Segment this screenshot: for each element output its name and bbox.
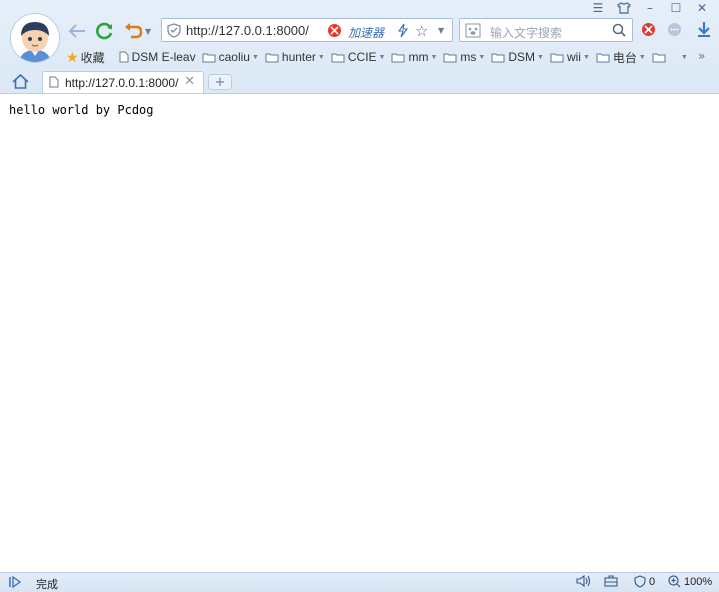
chevron-down-icon: ▼ (582, 53, 590, 61)
bookmark-folder[interactable]: 电台 ▼ (596, 49, 646, 66)
url-text[interactable]: http://127.0.0.1:8000/ (186, 23, 309, 38)
download-icon[interactable] (696, 21, 712, 41)
star-icon: ★ (66, 48, 79, 65)
close-icon[interactable]: ✕ (689, 0, 715, 16)
chevron-down-icon: ▼ (430, 53, 438, 61)
folder-icon (550, 53, 564, 62)
folder-icon (391, 53, 405, 62)
search-placeholder[interactable]: 输入文字搜索 (490, 24, 562, 41)
folder-icon (443, 53, 457, 62)
menu-icon[interactable]: ☰ (585, 0, 611, 16)
bookmark-folder[interactable]: ms ▼ (443, 50, 485, 64)
address-bar[interactable]: http://127.0.0.1:8000/ 加速器 ☆ ▼ (161, 18, 453, 42)
tab-close-icon[interactable]: ✕ (184, 74, 195, 89)
page-icon (49, 76, 59, 91)
folder-icon (265, 53, 279, 62)
back-button[interactable] (66, 20, 88, 42)
volume-icon[interactable] (576, 575, 591, 587)
lightning-icon[interactable] (397, 23, 409, 41)
security-counter[interactable]: 0 (634, 575, 655, 588)
bookmark-label: mm (408, 50, 429, 64)
bookmark-label: ms (460, 50, 477, 64)
bookmark-folder[interactable]: DSM ▼ (491, 50, 544, 64)
bookmark-label: DSM (508, 50, 536, 64)
sidebar-toggle-icon[interactable] (9, 575, 22, 591)
star-icon[interactable]: ☆ (415, 22, 428, 40)
chevron-down-icon: ▼ (378, 53, 386, 61)
chevron-down-icon: ▼ (638, 53, 646, 61)
folder-icon (652, 53, 666, 62)
chevron-down-icon: ▼ (537, 53, 544, 61)
page-icon (119, 51, 129, 63)
bookmark-label: DSM E-leav (131, 50, 196, 64)
bookmark-favorites[interactable]: ★ 收藏 (66, 49, 105, 66)
chevron-down-icon: ▼ (251, 53, 259, 61)
adblock-icon[interactable] (641, 22, 656, 40)
bookmark-folder[interactable]: CCIE ▼ (331, 50, 386, 64)
bookmark-folder[interactable]: mm ▼ (391, 50, 437, 64)
page-body-text: hello world by Pcdog (9, 103, 154, 117)
shield-icon (167, 23, 181, 41)
zoom-icon (668, 575, 681, 588)
zoom-level: 100% (684, 575, 713, 588)
status-bar: 完成 0 100% (0, 572, 719, 592)
bookmark-folder[interactable]: wii ▼ (550, 50, 590, 64)
more-icon[interactable] (667, 22, 682, 40)
shield-icon (634, 575, 646, 588)
bookmark-folder[interactable]: ▼ (652, 52, 688, 63)
search-icon[interactable] (612, 23, 626, 40)
chevron-down-icon[interactable]: ▼ (145, 27, 151, 36)
refresh-button[interactable] (94, 20, 116, 42)
browser-chrome: ☰ – ☐ ✕ ▼ http://127.0.0.1:8000/ 加速器 ☆ ▼… (0, 0, 719, 94)
bookmark-item[interactable]: DSM E-leav (119, 50, 196, 64)
bookmark-label: 电台 (612, 50, 637, 65)
bookmarks-bar: ★ 收藏 DSM E-leav caoliu ▼ hunter ▼ CCIE ▼ mm… (66, 48, 694, 66)
avatar[interactable] (10, 13, 60, 63)
bookmark-label: hunter (281, 50, 316, 64)
home-icon[interactable] (12, 73, 29, 92)
toolbox-icon[interactable] (604, 575, 618, 587)
chevron-down-icon: ▼ (478, 53, 486, 61)
folder-icon (331, 53, 345, 62)
maximize-icon[interactable]: ☐ (663, 0, 689, 16)
tab-current[interactable]: http://127.0.0.1:8000/ ✕ (42, 71, 204, 93)
folder-icon (202, 53, 216, 62)
status-text: 完成 (36, 578, 58, 591)
accelerator-label[interactable]: 加速器 (348, 24, 384, 41)
new-tab-button[interactable]: + (208, 74, 232, 90)
bookmark-label: caoliu (218, 50, 250, 64)
undo-close-button[interactable] (122, 20, 144, 42)
folder-icon (596, 53, 610, 62)
bookmark-folder[interactable]: caoliu ▼ (202, 50, 259, 64)
chevron-down-icon: ▼ (680, 53, 688, 61)
bookmark-folder[interactable]: hunter ▼ (265, 50, 325, 64)
minimize-icon[interactable]: – (637, 0, 663, 16)
shirt-icon[interactable] (611, 0, 637, 16)
more-bookmarks-icon[interactable]: » (698, 49, 705, 63)
zoom-control[interactable]: 100% (668, 575, 712, 588)
search-box[interactable]: 输入文字搜索 (459, 18, 633, 42)
chevron-down-icon[interactable]: ▼ (438, 26, 444, 35)
bookmark-label: wii (566, 50, 581, 64)
bookmark-label: 收藏 (80, 50, 105, 65)
bookmark-label: CCIE (347, 50, 377, 64)
adblock-icon[interactable] (327, 23, 342, 41)
folder-icon (491, 53, 505, 62)
tab-title: http://127.0.0.1:8000/ (65, 76, 179, 90)
paw-icon[interactable] (465, 23, 481, 41)
shield-count: 0 (649, 575, 656, 588)
window-controls: ☰ – ☐ ✕ (585, 0, 715, 16)
chevron-down-icon: ▼ (317, 53, 325, 61)
